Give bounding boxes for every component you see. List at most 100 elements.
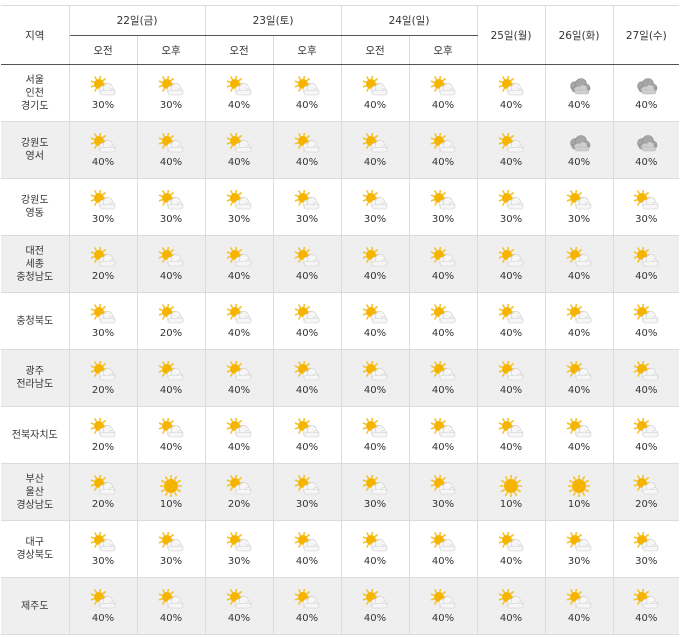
- region-name-line: 영서: [1, 150, 69, 163]
- precip-probability: 40%: [296, 442, 318, 453]
- forecast-cell: 40%: [613, 407, 679, 464]
- partly-cloudy-icon: [633, 361, 659, 385]
- forecast-cell: 20%: [69, 464, 137, 521]
- precip-probability: 40%: [364, 613, 386, 624]
- precip-probability: 40%: [568, 271, 590, 282]
- forecast-cell: 40%: [137, 122, 205, 179]
- forecast-cell: 20%: [69, 236, 137, 293]
- cloudy-icon: [566, 133, 592, 157]
- forecast-cell: 30%: [545, 179, 613, 236]
- precip-probability: 40%: [296, 556, 318, 567]
- partly-cloudy-icon: [362, 475, 388, 499]
- region-header: 지역: [1, 6, 69, 65]
- partly-cloudy-icon: [498, 190, 524, 214]
- partly-cloudy-icon: [90, 304, 116, 328]
- precip-probability: 40%: [228, 100, 250, 111]
- forecast-cell: 40%: [545, 293, 613, 350]
- region-name-line: 세종: [1, 258, 69, 271]
- precip-probability: 40%: [228, 157, 250, 168]
- region-name-line: 광주: [1, 365, 69, 378]
- precip-probability: 40%: [568, 328, 590, 339]
- precip-probability: 30%: [92, 556, 114, 567]
- am-header: 오전: [341, 36, 409, 65]
- region-row: 대전세종충청남도 20% 40% 40% 40%: [1, 236, 679, 293]
- forecast-cell: 30%: [273, 464, 341, 521]
- precip-probability: 20%: [92, 385, 114, 396]
- am-header: 오전: [69, 36, 137, 65]
- forecast-cell: 30%: [341, 464, 409, 521]
- partly-cloudy-icon: [362, 304, 388, 328]
- region-name-line: 대전: [1, 245, 69, 258]
- partly-cloudy-icon: [362, 247, 388, 271]
- forecast-cell: 40%: [69, 122, 137, 179]
- precip-probability: 20%: [92, 271, 114, 282]
- forecast-cell: 40%: [409, 350, 477, 407]
- precip-probability: 10%: [500, 499, 522, 510]
- precip-probability: 30%: [296, 499, 318, 510]
- partly-cloudy-icon: [498, 589, 524, 613]
- precip-probability: 40%: [432, 613, 454, 624]
- forecast-cell: 40%: [273, 407, 341, 464]
- partly-cloudy-icon: [294, 475, 320, 499]
- forecast-cell: 40%: [205, 122, 273, 179]
- partly-cloudy-icon: [430, 361, 456, 385]
- precip-probability: 30%: [364, 214, 386, 225]
- partly-cloudy-icon: [633, 190, 659, 214]
- partly-cloudy-icon: [430, 76, 456, 100]
- partly-cloudy-icon: [294, 361, 320, 385]
- forecast-cell: 40%: [477, 236, 545, 293]
- forecast-cell: 40%: [477, 578, 545, 635]
- precip-probability: 40%: [296, 613, 318, 624]
- precip-probability: 10%: [568, 499, 590, 510]
- region-name: 부산울산경상남도: [1, 464, 69, 521]
- forecast-cell: 40%: [205, 293, 273, 350]
- precip-probability: 30%: [160, 556, 182, 567]
- forecast-cell: 40%: [545, 122, 613, 179]
- precip-probability: 30%: [364, 499, 386, 510]
- day-header-23: 23일(토): [205, 6, 341, 36]
- precip-probability: 40%: [500, 556, 522, 567]
- region-name-line: 인천: [1, 87, 69, 100]
- region-row: 전북자치도 20% 40% 40% 40%: [1, 407, 679, 464]
- cloudy-icon: [633, 76, 659, 100]
- precip-probability: 40%: [364, 385, 386, 396]
- partly-cloudy-icon: [498, 532, 524, 556]
- day-header-25: 25일(월): [477, 6, 545, 65]
- forecast-cell: 40%: [205, 350, 273, 407]
- region-name: 강원도영서: [1, 122, 69, 179]
- partly-cloudy-icon: [498, 304, 524, 328]
- partly-cloudy-icon: [566, 589, 592, 613]
- partly-cloudy-icon: [226, 304, 252, 328]
- precip-probability: 40%: [500, 442, 522, 453]
- precip-probability: 30%: [432, 214, 454, 225]
- precip-probability: 40%: [160, 613, 182, 624]
- forecast-cell: 40%: [545, 236, 613, 293]
- precip-probability: 40%: [432, 100, 454, 111]
- partly-cloudy-icon: [566, 190, 592, 214]
- precip-probability: 40%: [500, 328, 522, 339]
- precip-probability: 30%: [160, 214, 182, 225]
- precip-probability: 30%: [432, 499, 454, 510]
- partly-cloudy-icon: [294, 247, 320, 271]
- partly-cloudy-icon: [90, 589, 116, 613]
- partly-cloudy-icon: [633, 418, 659, 442]
- forecast-cell: 30%: [137, 65, 205, 122]
- partly-cloudy-icon: [566, 361, 592, 385]
- forecast-cell: 40%: [273, 236, 341, 293]
- region-name-line: 전라남도: [1, 378, 69, 391]
- region-row: 강원도영서 40% 40% 40% 40%: [1, 122, 679, 179]
- partly-cloudy-icon: [226, 76, 252, 100]
- sunny-icon: [498, 475, 524, 499]
- partly-cloudy-icon: [362, 76, 388, 100]
- forecast-cell: 10%: [545, 464, 613, 521]
- precip-probability: 40%: [228, 328, 250, 339]
- forecast-cell: 20%: [69, 407, 137, 464]
- day-header-22: 22일(금): [69, 6, 205, 36]
- forecast-table: 지역 22일(금) 23일(토) 24일(일) 25일(월) 26일(화) 27…: [1, 5, 679, 635]
- forecast-cell: 40%: [137, 578, 205, 635]
- partly-cloudy-icon: [430, 133, 456, 157]
- precip-probability: 20%: [92, 499, 114, 510]
- forecast-cell: 40%: [273, 578, 341, 635]
- partly-cloudy-icon: [362, 418, 388, 442]
- region-name-line: 영동: [1, 207, 69, 220]
